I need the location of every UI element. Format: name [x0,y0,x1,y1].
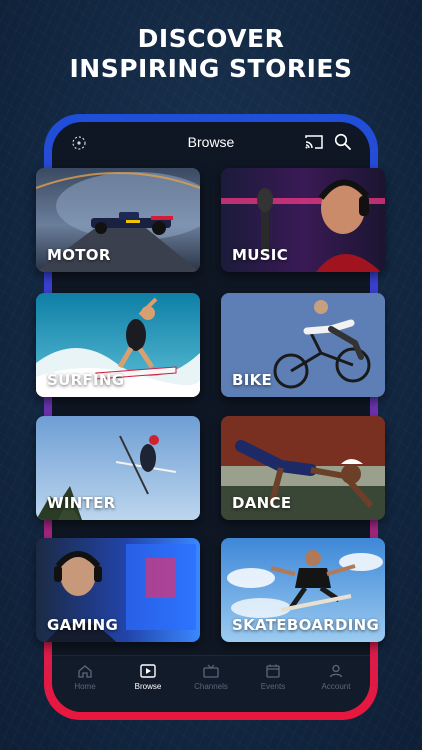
category-card-gaming[interactable]: GAMING [36,538,200,642]
user-icon [329,664,343,678]
category-label-motor: MOTOR [47,246,111,264]
tab-home-label: Home [74,682,96,691]
app-top-bar: Browse [52,122,370,162]
play-icon [140,664,156,678]
category-card-bike[interactable]: BIKE [221,293,385,397]
tab-events-label: Events [260,682,286,691]
category-label-dance: DANCE [232,494,292,512]
calendar-icon [266,664,280,678]
tv-icon [203,664,219,678]
tab-home[interactable]: Home [53,664,117,691]
headline-line-1: DISCOVER [137,24,285,53]
tab-account[interactable]: Account [304,664,368,691]
category-card-dance[interactable]: DANCE [221,416,385,520]
category-label-music: MUSIC [232,246,288,264]
category-label-skateboarding: SKATEBOARDING [232,616,380,634]
category-card-music[interactable]: MUSIC [221,168,385,272]
tab-browse-label: Browse [134,682,162,691]
search-icon[interactable] [334,133,352,156]
category-label-gaming: GAMING [47,616,119,634]
page-headline: DISCOVER INSPIRING STORIES [0,24,422,84]
headline-line-2: INSPIRING STORIES [69,54,353,83]
cast-icon[interactable] [304,134,324,155]
bottom-tab-bar: Home Browse Channels Events Account [52,655,370,712]
tab-account-label: Account [321,682,351,691]
tab-channels[interactable]: Channels [179,664,243,691]
tab-channels-label: Channels [194,682,228,691]
category-label-surfing: SURFING [47,371,125,389]
home-icon [78,665,92,678]
category-card-motor[interactable]: MOTOR [36,168,200,272]
category-card-surfing[interactable]: SURFING [36,293,200,397]
category-card-skateboarding[interactable]: SKATEBOARDING [221,538,385,642]
category-label-bike: BIKE [232,371,273,389]
category-card-winter[interactable]: WINTER [36,416,200,520]
tab-events[interactable]: Events [241,664,305,691]
category-label-winter: WINTER [47,494,116,512]
tab-browse[interactable]: Browse [116,664,180,691]
